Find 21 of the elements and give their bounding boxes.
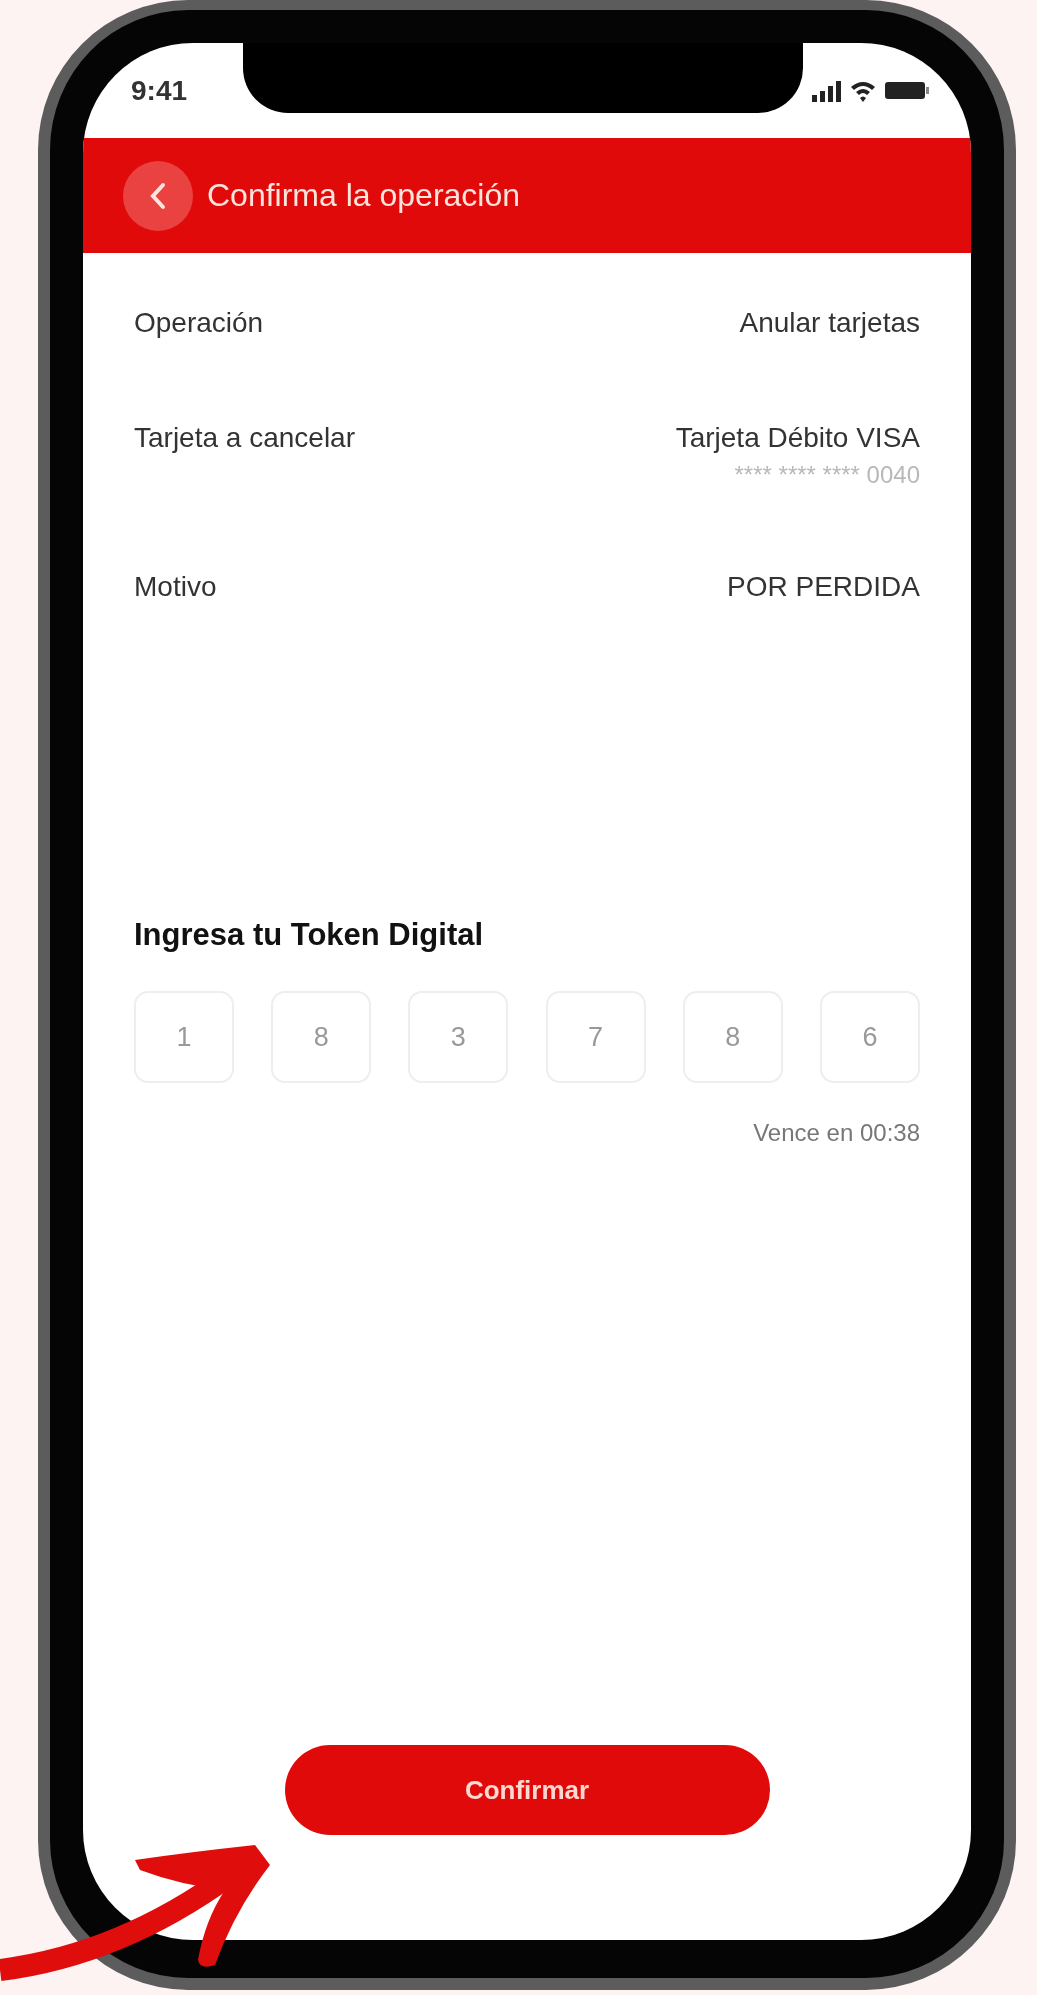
card-number: **** **** **** 0040 (734, 460, 920, 490)
signal-icon (812, 79, 841, 102)
confirm-button[interactable]: Confirmar (284, 1745, 770, 1835)
battery-icon (885, 82, 929, 99)
token-digit-field[interactable]: 6 (819, 991, 920, 1083)
token-expiry: Vence en 00:38 (753, 1119, 920, 1147)
wifi-icon (851, 79, 875, 102)
detail-value: Anular tarjetas (739, 306, 920, 340)
token-digit-field[interactable]: 1 (134, 991, 234, 1083)
token-digit-field[interactable]: 3 (408, 991, 509, 1083)
detail-value: Tarjeta Débito VISA (675, 421, 920, 455)
token-digit-field[interactable]: 7 (545, 991, 646, 1083)
token-digit-field[interactable]: 8 (682, 991, 783, 1083)
token-title: Ingresa tu Token Digital (134, 917, 485, 953)
detail-label: Operación (134, 306, 264, 340)
detail-label: Motivo (134, 570, 217, 604)
status-time: 9:41 (131, 74, 188, 107)
detail-label: Tarjeta a cancelar (134, 421, 355, 455)
header-title: Confirma la operación (207, 177, 521, 214)
detail-value: POR PERDIDA (727, 570, 920, 604)
token-digit-field[interactable]: 8 (271, 991, 372, 1083)
